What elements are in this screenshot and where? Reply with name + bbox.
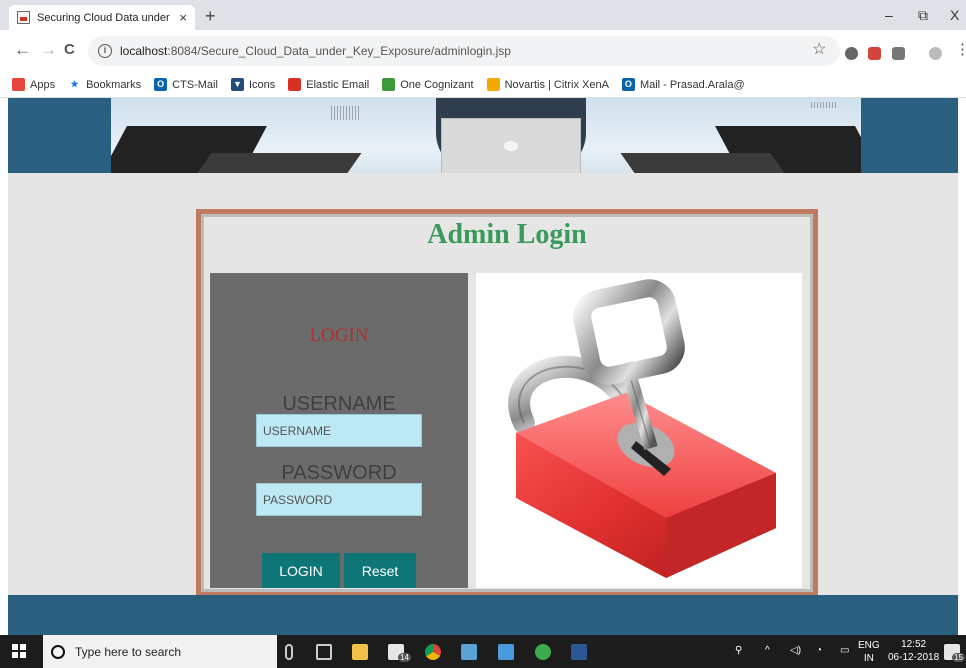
bookmark-star-icon[interactable]: ☆ (812, 41, 826, 59)
bookmark-label: One Cognizant (400, 78, 474, 91)
bookmark-label: CTS-Mail (172, 78, 218, 91)
bookmark-item[interactable]: O Mail - Prasad.Arala@ (621, 78, 745, 91)
word-icon[interactable] (571, 644, 587, 660)
password-label: PASSWORD (281, 462, 397, 484)
login-button[interactable]: LOGIN (262, 553, 340, 588)
reset-button[interactable]: Reset (344, 553, 416, 588)
show-hidden-icons-icon[interactable]: ^ (765, 645, 770, 656)
padlock-key-image (476, 273, 802, 588)
forward-button[interactable]: → (40, 41, 57, 59)
outlook-icon: O (621, 78, 635, 91)
app-cube-icon[interactable] (498, 644, 514, 660)
cognizant-icon (382, 78, 396, 91)
password-input[interactable] (256, 483, 422, 516)
bookmark-item[interactable]: ▼ Icons (230, 78, 276, 91)
bookmark-label: Novartis | Citrix XenA (504, 78, 609, 91)
people-icon[interactable]: ⚲ (735, 645, 742, 656)
username-input[interactable] (256, 414, 422, 447)
bookmarks-bar: Apps ★ Bookmarks O CTS-Mail ▼ Icons Elastic Ema… (0, 72, 966, 98)
login-heading: LOGIN (309, 325, 369, 346)
file-explorer-icon[interactable] (352, 644, 368, 660)
url-path: :8084/Secure_Cloud_Data_under_Key_Exposu… (167, 44, 511, 58)
region-code: IN (863, 653, 874, 664)
star-icon: ★ (70, 79, 79, 89)
language-code: ENG (858, 640, 880, 651)
banner-laptops-image (111, 98, 861, 173)
bookmark-item[interactable]: O CTS-Mail (154, 78, 218, 91)
login-form-panel: LOGIN USERNAME PASSWORD LOGIN Reset (210, 273, 468, 588)
input-language[interactable]: ENG IN (858, 639, 880, 665)
tab-title: Securing Cloud Data under Key E (37, 11, 173, 24)
clock-time: 12:52 (901, 639, 927, 650)
notification-badge: 15 (952, 653, 965, 662)
page-title: Admin Login (427, 219, 587, 250)
profile-avatar-icon[interactable] (929, 47, 942, 60)
padlock-key-illustration (508, 279, 776, 578)
mail-badge: 14 (398, 653, 411, 662)
bookmark-label: Apps (30, 78, 56, 91)
bookmark-item[interactable]: Novartis | Citrix XenA (486, 78, 609, 91)
restore-button[interactable]: ⧉ (918, 7, 928, 24)
taskbar-search-box[interactable]: Type here to search (43, 635, 277, 668)
bookmark-label: Mail - Prasad.Arala@ (639, 78, 745, 91)
header-banner (8, 98, 958, 173)
extension-icon[interactable] (845, 47, 858, 60)
bookmark-label: Elastic Email (306, 78, 370, 91)
url-text: localhost:8084/Secure_Cloud_Data_under_K… (120, 44, 511, 58)
citrix-icon (486, 78, 500, 91)
address-bar[interactable]: i localhost:8084/Secure_Cloud_Data_under… (88, 36, 840, 66)
page-favicon-icon (17, 11, 30, 24)
battery-icon[interactable]: ▭ (840, 645, 849, 656)
browser-tab[interactable]: Securing Cloud Data under Key E × (9, 5, 195, 30)
new-tab-button[interactable]: + (205, 7, 216, 25)
web-page: Admin Login LOGIN USERNAME PASSWORD LOGI… (8, 98, 958, 635)
bookmark-label: Icons (248, 78, 276, 91)
windows-start-icon[interactable] (12, 644, 26, 658)
icons-site-icon: ▼ (230, 78, 244, 91)
minimize-button[interactable]: – (885, 7, 893, 23)
username-label: USERNAME (282, 393, 396, 415)
windows-taskbar: Type here to search 14 ⚲ ^ ◁) ◔ ▭ ENG IN … (0, 635, 966, 668)
taskbar-search-placeholder: Type here to search (75, 644, 182, 659)
apps-grid-icon (12, 78, 25, 91)
chrome-icon[interactable] (425, 644, 441, 660)
microphone-icon[interactable] (285, 644, 293, 660)
browser-tab-strip: Securing Cloud Data under Key E × + – ⧉ … (0, 0, 966, 30)
outlook-icon: O (154, 78, 168, 91)
task-view-icon[interactable] (316, 644, 332, 660)
network-icon[interactable]: ◔ (816, 645, 822, 656)
bookmark-item[interactable]: ★ Bookmarks (68, 78, 142, 91)
system-clock[interactable]: 12:52 06-12-2018 (888, 638, 939, 664)
browser-toolbar: ← → C i localhost:8084/Secure_Cloud_Data… (0, 30, 966, 72)
cortana-icon (51, 644, 65, 659)
reload-button[interactable]: C (64, 41, 75, 59)
elastic-email-icon (288, 78, 302, 91)
tab-close-icon[interactable]: × (179, 10, 187, 25)
browser-menu-icon[interactable]: ⋮ (955, 41, 966, 59)
hotspot-shield-icon[interactable] (535, 644, 551, 660)
pdf-extension-icon[interactable] (868, 47, 881, 60)
url-host: localhost (120, 44, 168, 58)
extension-icon[interactable] (892, 47, 905, 60)
back-button[interactable]: ← (14, 41, 31, 59)
bookmark-item[interactable]: Elastic Email (288, 78, 369, 91)
bookmark-item[interactable]: One Cognizant (382, 78, 474, 91)
site-info-icon[interactable]: i (98, 44, 112, 58)
close-window-button[interactable]: X (950, 7, 959, 23)
snipping-tool-icon[interactable] (461, 644, 477, 660)
volume-icon[interactable]: ◁) (790, 645, 801, 656)
clock-date: 06-12-2018 (888, 652, 940, 663)
bookmark-item[interactable]: Apps (12, 78, 55, 91)
bookmark-label: Bookmarks (86, 78, 142, 91)
admin-login-box: Admin Login LOGIN USERNAME PASSWORD LOGI… (196, 209, 818, 597)
footer-strip (8, 595, 958, 635)
